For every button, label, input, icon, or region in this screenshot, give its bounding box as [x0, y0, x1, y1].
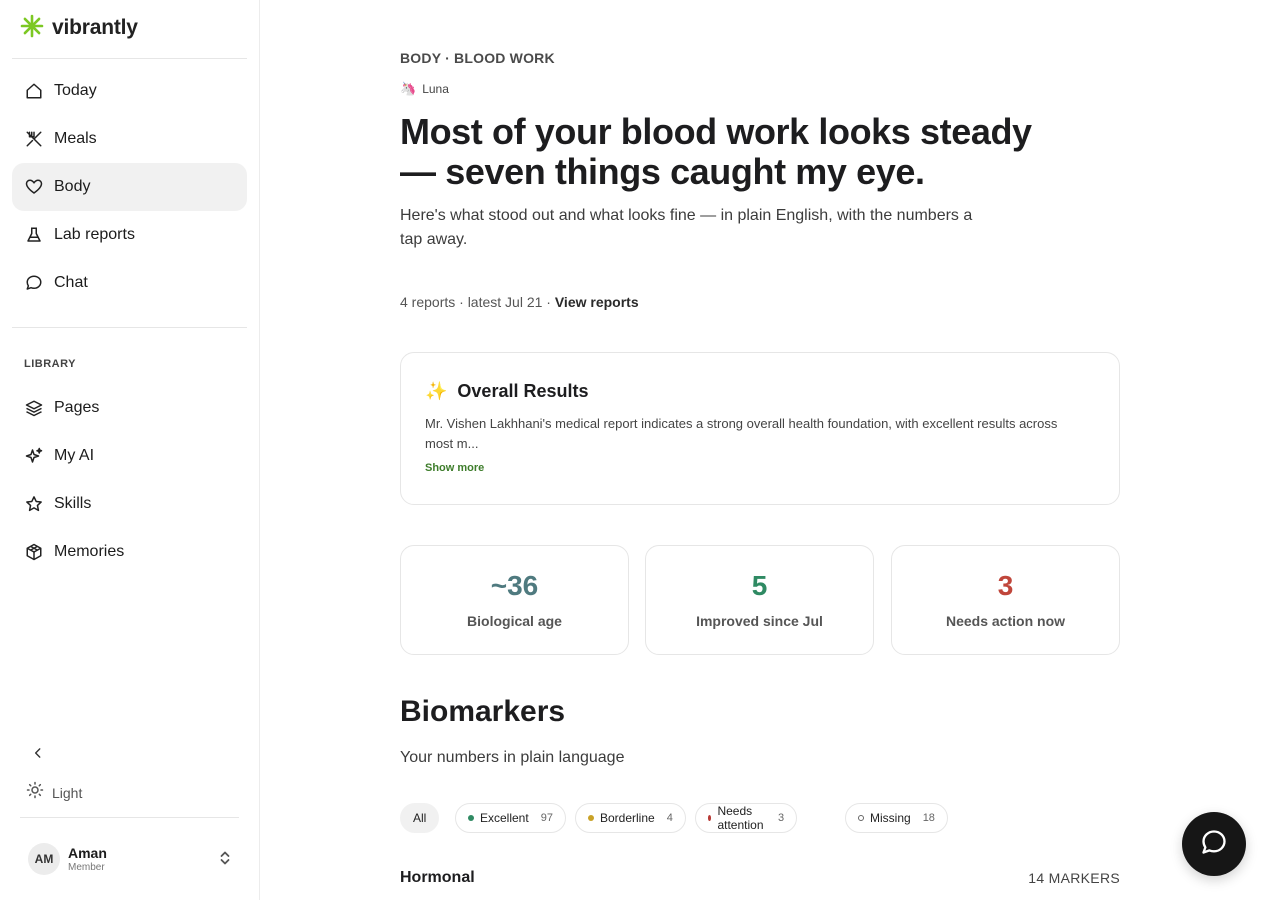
user-menu[interactable]: AM Aman Member — [20, 834, 240, 884]
view-reports-link[interactable]: View reports — [555, 294, 639, 310]
breadcrumb: BODY · BLOOD WORK — [400, 50, 555, 66]
chevron-up-down-icon — [218, 850, 232, 871]
page-title: Most of your blood work looks steady — s… — [400, 111, 1032, 192]
library-section-label: LIBRARY — [24, 358, 76, 370]
nav-label: Today — [54, 82, 97, 99]
logo-icon — [20, 14, 44, 43]
biomarkers-title: Biomarkers — [400, 695, 566, 728]
cube-icon — [24, 542, 44, 562]
reports-summary: 4 reports · latest Jul 21 · — [400, 294, 551, 310]
theme-toggle[interactable]: Light — [26, 781, 82, 804]
stat-card-needs-action[interactable]: 3 Needs action now — [891, 545, 1120, 655]
nav-item-my-ai[interactable]: My AI — [12, 432, 247, 480]
sparkles-icon — [24, 446, 44, 466]
brand[interactable]: vibrantly — [20, 14, 138, 42]
filter-label: Borderline — [600, 811, 655, 825]
chat-bubble-icon — [1200, 828, 1228, 861]
layers-icon — [24, 398, 44, 418]
divider — [20, 817, 239, 818]
nav-label: Lab reports — [54, 226, 135, 243]
nav-label: Meals — [54, 130, 97, 147]
filter-count: 4 — [666, 812, 673, 824]
status-dot-icon — [588, 815, 594, 821]
home-icon — [24, 81, 44, 101]
stat-card-improved[interactable]: 5 Improved since Jul — [645, 545, 874, 655]
nav-label: Skills — [54, 495, 92, 512]
nav-item-memories[interactable]: Memories — [12, 528, 247, 576]
overall-results-title: ✨ Overall Results — [425, 381, 588, 402]
utensils-icon — [24, 129, 44, 149]
brand-name: vibrantly — [52, 16, 138, 39]
page-subtitle: Here's what stood out and what looks fin… — [400, 207, 973, 248]
nav-item-chat[interactable]: Chat — [12, 259, 247, 307]
heart-icon — [24, 177, 44, 197]
nav-item-today[interactable]: Today — [12, 67, 247, 115]
stat-caption: Improved since Jul — [696, 613, 823, 629]
filter-label: All — [413, 811, 427, 825]
star-icon — [24, 494, 44, 514]
nav-item-skills[interactable]: Skills — [12, 480, 247, 528]
stat-value: ~36 — [490, 570, 539, 601]
user-name: Aman — [68, 845, 107, 861]
nav-label: Body — [54, 178, 91, 195]
sun-icon — [26, 781, 44, 804]
nav-item-meals[interactable]: Meals — [12, 115, 247, 163]
unicorn-icon: 🦄 — [400, 81, 417, 96]
summary-title-text: Overall Results — [457, 381, 589, 401]
flask-icon — [24, 225, 44, 245]
divider — [12, 58, 247, 59]
author-tag: 🦄 Luna — [400, 81, 449, 97]
nav-item-pages[interactable]: Pages — [12, 384, 247, 432]
filter-count: 18 — [922, 812, 935, 824]
sparkles-emoji-icon: ✨ — [425, 381, 448, 401]
stat-caption: Biological age — [467, 613, 562, 629]
nav-item-body[interactable]: Body — [12, 163, 247, 211]
filter-all[interactable]: All — [400, 803, 440, 833]
filter-needs-attention[interactable]: Needs attention 3 — [695, 803, 798, 833]
status-dot-icon — [708, 815, 712, 821]
theme-label: Light — [52, 784, 83, 801]
filter-label: Missing — [870, 811, 911, 825]
overall-results-card: ✨ Overall Results Mr. Vishen Lakhhani's … — [400, 352, 1120, 505]
filter-label: Needs attention — [717, 804, 764, 832]
filter-missing[interactable]: Missing 18 — [845, 803, 948, 833]
divider — [12, 327, 247, 328]
avatar: AM — [28, 843, 60, 875]
sidebar: vibrantly Today Meals Body Lab reports C… — [0, 0, 260, 900]
chat-fab-button[interactable] — [1182, 812, 1246, 876]
stat-card-biological-age[interactable]: ~36 Biological age — [400, 545, 629, 655]
filter-borderline[interactable]: Borderline 4 — [575, 803, 686, 833]
chat-bubble-icon — [24, 273, 44, 293]
filter-label: Excellent — [480, 811, 529, 825]
chevron-left-icon — [31, 746, 45, 765]
biomarker-group-name[interactable]: Hormonal — [400, 869, 475, 887]
reports-meta: 4 reports · latest Jul 21 · View reports — [400, 294, 639, 310]
nav-label: My AI — [54, 447, 95, 464]
nav-label: Pages — [54, 399, 100, 416]
status-dot-icon — [468, 815, 474, 821]
stat-caption: Needs action now — [945, 613, 1066, 629]
main-content: BODY · BLOOD WORK 🦄 Luna Most of your bl… — [400, 0, 1120, 900]
nav-item-lab-reports[interactable]: Lab reports — [12, 211, 247, 259]
stat-value: 3 — [997, 570, 1014, 601]
collapse-sidebar-button[interactable] — [28, 744, 48, 766]
biomarker-group-count: 14 MARKERS — [1028, 870, 1120, 886]
filter-excellent[interactable]: Excellent 97 — [455, 803, 566, 833]
filter-count: 97 — [540, 812, 553, 824]
summary-text: Mr. Vishen Lakhhani's medical report ind… — [425, 416, 1058, 451]
status-ring-icon — [858, 815, 864, 821]
user-meta: Aman Member — [68, 845, 107, 873]
user-role: Member — [68, 862, 105, 873]
nav-label: Memories — [54, 543, 125, 560]
biomarkers-subtitle: Your numbers in plain language — [400, 749, 625, 766]
filter-count: 3 — [778, 812, 785, 824]
show-more-link[interactable]: Show more — [425, 462, 484, 474]
stat-value: 5 — [751, 570, 768, 601]
author-name: Luna — [422, 82, 449, 96]
nav-label: Chat — [54, 274, 88, 291]
